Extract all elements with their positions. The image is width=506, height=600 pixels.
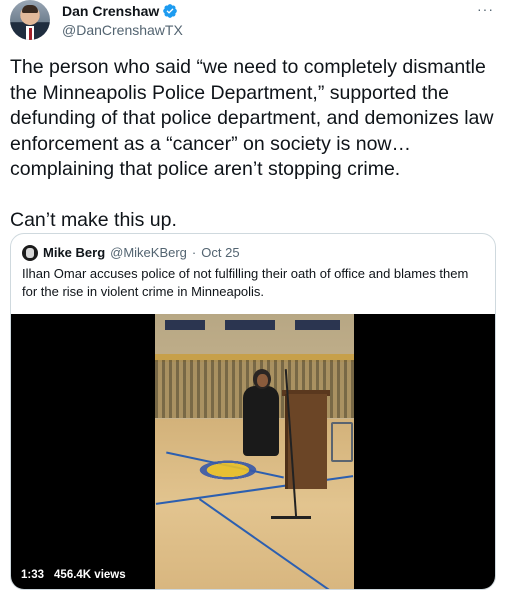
wall-banner: [225, 320, 275, 330]
wall-banner: [295, 320, 340, 330]
video-frame: [155, 314, 354, 589]
quoted-tweet-header: Mike Berg @MikeKBerg · Oct 25: [22, 245, 240, 261]
author-display-name-row[interactable]: Dan Crenshaw: [62, 2, 183, 20]
quoted-tweet-card[interactable]: Mike Berg @MikeKBerg · Oct 25 Ilhan Omar…: [10, 233, 496, 590]
video-duration: 1:33: [21, 569, 45, 581]
video-player[interactable]: 1:33 456.4K views: [11, 314, 495, 589]
quoted-author-avatar[interactable]: [22, 245, 38, 261]
court-logo: [195, 459, 261, 481]
tweet-paragraph-1: The person who said “we need to complete…: [10, 56, 494, 180]
quoted-tweet-text: Ilhan Omar accuses police of not fulfill…: [22, 266, 469, 299]
author-handle[interactable]: @DanCrenshawTX: [62, 21, 183, 39]
verified-badge-icon: [163, 4, 178, 18]
quoted-separator: ·: [191, 245, 197, 260]
tweet-paragraph-2: Can’t make this up.: [10, 208, 177, 231]
avatar-hair: [22, 5, 38, 13]
more-options-icon[interactable]: ···: [477, 2, 494, 16]
wall-banner: [165, 320, 205, 330]
quoted-author-handle[interactable]: @MikeKBerg: [110, 245, 187, 261]
speaker-face: [257, 374, 268, 387]
tweet-header: Dan Crenshaw @DanCrenshawTX ···: [10, 0, 496, 44]
author-avatar[interactable]: [10, 0, 50, 40]
avatar-tie: [29, 28, 32, 40]
folding-chair: [331, 422, 353, 462]
author-names: Dan Crenshaw @DanCrenshawTX: [62, 2, 183, 39]
speaker-body: [243, 386, 279, 456]
video-views: 456.4K views: [54, 569, 126, 581]
quoted-date[interactable]: Oct 25: [201, 245, 239, 261]
quoted-author-name[interactable]: Mike Berg: [43, 245, 105, 261]
author-display-name[interactable]: Dan Crenshaw: [62, 2, 159, 20]
video-meta: 1:33 456.4K views: [21, 569, 126, 581]
mic-base: [271, 516, 311, 519]
tweet-body: The person who said “we need to complete…: [10, 55, 496, 233]
